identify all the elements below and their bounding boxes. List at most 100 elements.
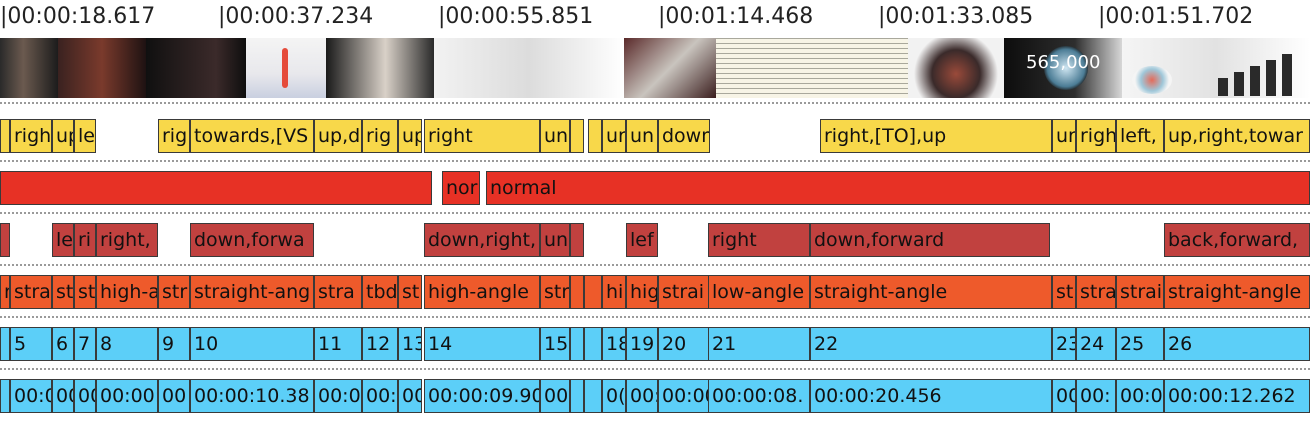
- annotation-clip[interactable]: low-angle: [708, 275, 810, 309]
- annotation-clip[interactable]: 00:: [626, 379, 658, 413]
- annotation-clip[interactable]: 9: [158, 327, 190, 361]
- annotation-clip[interactable]: [570, 223, 584, 257]
- annotation-clip[interactable]: [584, 275, 602, 309]
- annotation-clip[interactable]: hi: [602, 275, 626, 309]
- timecode-ruler[interactable]: |00:00:18.617 |00:00:37.234 |00:00:55.851 |…: [0, 0, 1310, 36]
- annotation-clip[interactable]: down,forward: [810, 223, 1050, 257]
- annotation-clip[interactable]: 00: [540, 379, 570, 413]
- annotation-clip[interactable]: le: [52, 223, 74, 257]
- annotation-clip[interactable]: le: [74, 119, 96, 153]
- annotation-clip[interactable]: [584, 379, 602, 413]
- thumbnail-thermometer-graphic[interactable]: [146, 38, 246, 98]
- annotation-clip[interactable]: 00:00: [658, 379, 710, 413]
- annotation-clip[interactable]: str: [158, 275, 190, 309]
- thumbnail-blue-earth-icon[interactable]: 565,000: [1004, 38, 1122, 98]
- thumbnail-newspaper-article[interactable]: [624, 38, 716, 98]
- annotation-clip[interactable]: 00: [74, 379, 96, 413]
- annotation-clip[interactable]: 12: [362, 327, 398, 361]
- annotation-clip[interactable]: 00:0: [314, 379, 362, 413]
- annotation-clip[interactable]: 20: [658, 327, 710, 361]
- annotation-clip[interactable]: 19: [626, 327, 658, 361]
- annotation-clip[interactable]: 00: [52, 379, 74, 413]
- annotation-clip[interactable]: righ: [10, 119, 52, 153]
- annotation-clip[interactable]: strai: [1116, 275, 1164, 309]
- annotation-clip[interactable]: 00: [398, 379, 422, 413]
- annotation-clip[interactable]: up,d: [314, 119, 362, 153]
- annotation-clip[interactable]: un: [540, 223, 570, 257]
- annotation-clip[interactable]: 00:0: [1116, 379, 1164, 413]
- annotation-clip[interactable]: [0, 327, 10, 361]
- annotation-clip[interactable]: 15: [540, 327, 570, 361]
- annotation-clip[interactable]: nor: [442, 171, 480, 205]
- annotation-clip[interactable]: [570, 379, 584, 413]
- annotation-clip[interactable]: towards,[VS: [190, 119, 314, 153]
- annotation-clip[interactable]: stra: [314, 275, 362, 309]
- annotation-clip[interactable]: ur: [602, 119, 626, 153]
- annotation-clip[interactable]: [588, 119, 602, 153]
- annotation-clip[interactable]: 21: [708, 327, 810, 361]
- annotation-clip[interactable]: [570, 327, 584, 361]
- thumbnail-co2-bar-chart[interactable]: [1122, 38, 1310, 98]
- annotation-clip[interactable]: stra: [10, 275, 52, 309]
- annotation-clip[interactable]: straight-ang: [190, 275, 314, 309]
- annotation-clip[interactable]: 18: [602, 327, 626, 361]
- annotation-clip[interactable]: 0(: [602, 379, 626, 413]
- annotation-clip[interactable]: [570, 119, 584, 153]
- annotation-clip[interactable]: st: [52, 275, 74, 309]
- annotation-clip[interactable]: rig: [362, 119, 398, 153]
- thumbnail-united-nations-document[interactable]: [326, 38, 434, 98]
- annotation-clip[interactable]: 25: [1116, 327, 1164, 361]
- annotation-clip[interactable]: ur: [1052, 119, 1076, 153]
- annotation-clip[interactable]: un: [626, 119, 658, 153]
- annotation-clip[interactable]: right,[TO],up: [820, 119, 1052, 153]
- annotation-clip[interactable]: 00:00:08.: [708, 379, 810, 413]
- annotation-clip[interactable]: lef: [626, 223, 658, 257]
- annotation-clip[interactable]: st: [398, 275, 422, 309]
- annotation-clip[interactable]: 00:0: [10, 379, 52, 413]
- thumbnail-audience-in-dark-room[interactable]: [58, 38, 146, 98]
- annotation-clip[interactable]: left,: [1116, 119, 1164, 153]
- thumbnail-man-speaking-closeup[interactable]: [0, 38, 58, 98]
- annotation-clip[interactable]: 14: [424, 327, 540, 361]
- thumbnail-globe-number-565000[interactable]: [908, 38, 1004, 98]
- annotation-clip[interactable]: 11: [314, 327, 362, 361]
- annotation-clip[interactable]: righ: [1076, 119, 1116, 153]
- annotation-clip[interactable]: back,forward,: [1164, 223, 1310, 257]
- annotation-clip[interactable]: 00:: [1076, 379, 1116, 413]
- annotation-clip[interactable]: 00:00:10.38: [190, 379, 314, 413]
- annotation-clip[interactable]: str: [540, 275, 570, 309]
- annotation-clip[interactable]: 23: [1052, 327, 1076, 361]
- annotation-clip[interactable]: 00:00:: [96, 379, 158, 413]
- annotation-clip[interactable]: 13: [398, 327, 422, 361]
- annotation-clip[interactable]: 00:00:12.262: [1164, 379, 1310, 413]
- annotation-clip[interactable]: 26: [1164, 327, 1310, 361]
- annotation-clip[interactable]: hig: [626, 275, 658, 309]
- annotation-clip[interactable]: up: [52, 119, 74, 153]
- annotation-clip[interactable]: st: [74, 275, 96, 309]
- annotation-clip[interactable]: normal: [486, 171, 1310, 205]
- annotation-clip[interactable]: down,right,: [424, 223, 540, 257]
- annotation-clip[interactable]: r: [0, 275, 10, 309]
- annotation-clip[interactable]: up,right,towar: [1164, 119, 1310, 153]
- annotation-clip[interactable]: high-a: [96, 275, 158, 309]
- annotation-clip[interactable]: up: [398, 119, 422, 153]
- annotation-clip[interactable]: 22: [810, 327, 1052, 361]
- annotation-clip[interactable]: high-angle: [424, 275, 540, 309]
- annotation-clip[interactable]: 00: [158, 379, 190, 413]
- annotation-clip[interactable]: [0, 171, 432, 205]
- annotation-clip[interactable]: 7: [74, 327, 96, 361]
- annotation-clip[interactable]: 5: [10, 327, 52, 361]
- annotation-clip[interactable]: [584, 327, 602, 361]
- annotation-clip[interactable]: un: [540, 119, 570, 153]
- annotation-clip[interactable]: 6: [52, 327, 74, 361]
- annotation-clip[interactable]: strai: [658, 275, 710, 309]
- annotation-clip[interactable]: ri: [74, 223, 96, 257]
- annotation-clip[interactable]: 00:00:09.90: [424, 379, 540, 413]
- annotation-clip[interactable]: 10: [190, 327, 314, 361]
- annotation-clip[interactable]: [0, 379, 10, 413]
- annotation-clip[interactable]: right: [424, 119, 540, 153]
- annotation-clip[interactable]: [570, 275, 584, 309]
- thumbnail-speaker-at-podium[interactable]: [246, 38, 326, 98]
- annotation-clip[interactable]: rig: [158, 119, 190, 153]
- annotation-clip[interactable]: tbd: [362, 275, 398, 309]
